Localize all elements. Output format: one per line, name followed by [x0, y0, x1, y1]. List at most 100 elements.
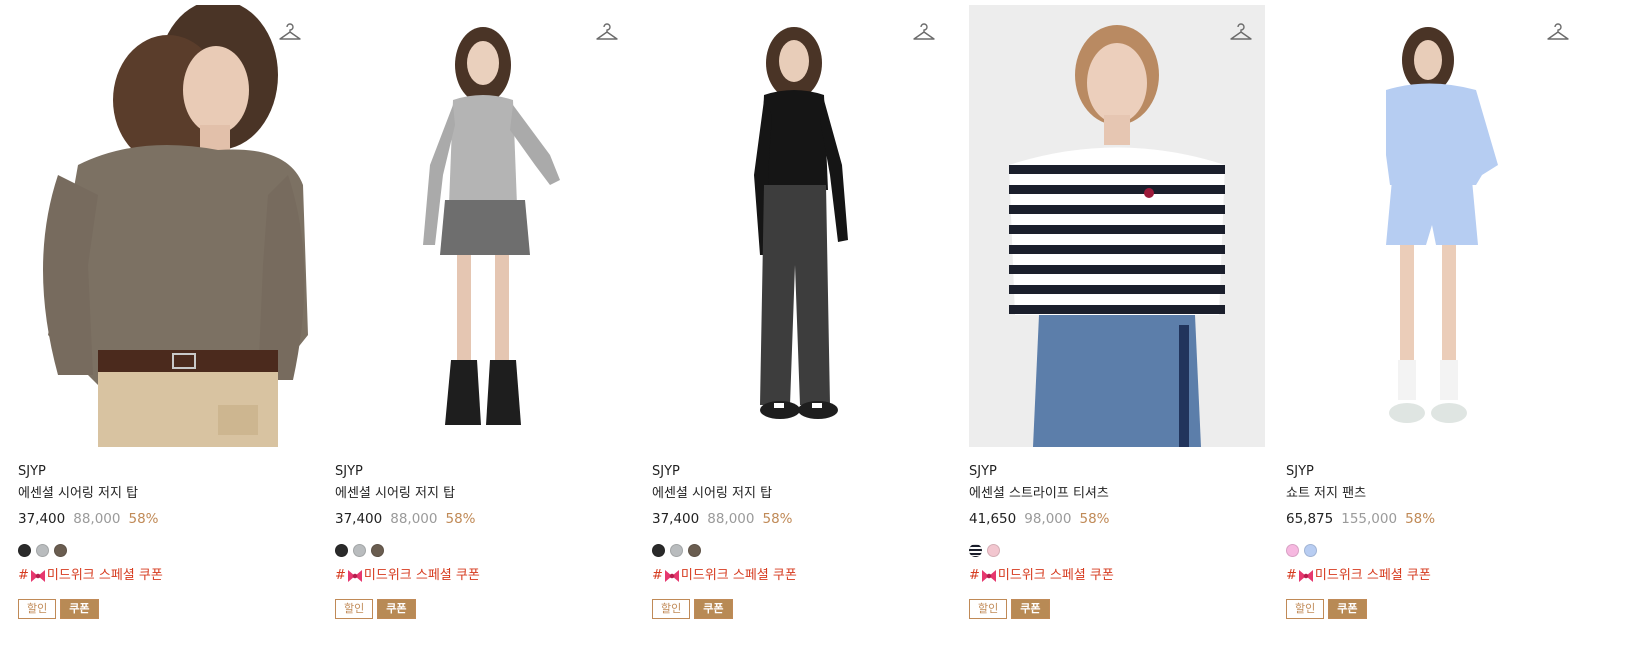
ribbon-icon — [981, 570, 996, 582]
hanger-icon[interactable] — [595, 21, 619, 43]
discount-rate: 58% — [1405, 511, 1436, 527]
hash-symbol: # — [652, 568, 663, 583]
sale-badge: 할인 — [969, 599, 1008, 619]
coupon-badge: 쿠폰 — [60, 599, 99, 619]
color-swatches — [969, 544, 1265, 558]
brand-name[interactable]: SJYP — [969, 464, 1265, 480]
hanger-icon[interactable] — [1229, 21, 1253, 43]
coupon-hashtag[interactable]: # 미드위크 스페셜 쿠폰 — [652, 567, 948, 585]
discount-rate: 58% — [128, 511, 159, 527]
product-image[interactable] — [18, 5, 314, 447]
hash-symbol: # — [335, 568, 346, 583]
hanger-icon[interactable] — [912, 21, 936, 43]
badge-row: 할인 쿠폰 — [1286, 599, 1582, 619]
hash-symbol: # — [969, 568, 980, 583]
original-price: 98,000 — [1024, 511, 1072, 527]
color-swatches — [1286, 544, 1582, 558]
coupon-hashtag[interactable]: # 미드위크 스페셜 쿠폰 — [335, 567, 631, 585]
sale-badge: 할인 — [335, 599, 374, 619]
coupon-badge: 쿠폰 — [1011, 599, 1050, 619]
discount-rate: 58% — [1079, 511, 1110, 527]
brand-name[interactable]: SJYP — [335, 464, 631, 480]
product-image[interactable] — [969, 5, 1265, 447]
product-image[interactable] — [652, 5, 948, 447]
coupon-hashtag[interactable]: # 미드위크 스페셜 쿠폰 — [18, 567, 314, 585]
sale-price: 41,650 — [969, 511, 1017, 527]
sale-badge: 할인 — [18, 599, 57, 619]
color-swatch[interactable] — [1304, 544, 1317, 557]
ribbon-icon — [30, 570, 45, 582]
price-row: 65,875 155,000 58% — [1286, 510, 1582, 528]
brand-name[interactable]: SJYP — [1286, 464, 1582, 480]
badge-row: 할인 쿠폰 — [652, 599, 948, 619]
product-image[interactable] — [335, 5, 631, 447]
coupon-hashtag[interactable]: # 미드위크 스페셜 쿠폰 — [969, 567, 1265, 585]
color-swatch[interactable] — [54, 544, 67, 557]
product-image[interactable] — [1286, 5, 1582, 447]
sale-price: 37,400 — [18, 511, 66, 527]
coupon-badge: 쿠폰 — [1328, 599, 1367, 619]
ribbon-icon — [1298, 570, 1313, 582]
coupon-badge: 쿠폰 — [694, 599, 733, 619]
product-name[interactable]: 에센셜 시어링 저지 탑 — [652, 486, 948, 502]
sale-price: 65,875 — [1286, 511, 1334, 527]
coupon-text: 미드위크 스페셜 쿠폰 — [997, 568, 1114, 583]
coupon-text: 미드위크 스페셜 쿠폰 — [680, 568, 797, 583]
coupon-text: 미드위크 스페셜 쿠폰 — [363, 568, 480, 583]
product-grid: SJYP 에센셜 시어링 저지 탑 37,400 88,000 58% # 미드… — [0, 0, 1625, 619]
coupon-text: 미드위크 스페셜 쿠폰 — [1314, 568, 1431, 583]
product-card[interactable]: SJYP 에센셜 스트라이프 티셔츠 41,650 98,000 58% # 미… — [969, 0, 1265, 619]
sale-price: 37,400 — [652, 511, 700, 527]
color-swatch[interactable] — [1286, 544, 1299, 557]
brand-name[interactable]: SJYP — [18, 464, 314, 480]
color-swatch[interactable] — [18, 544, 31, 557]
ribbon-icon — [664, 570, 679, 582]
badge-row: 할인 쿠폰 — [18, 599, 314, 619]
brand-name[interactable]: SJYP — [652, 464, 948, 480]
striped-shirt — [1009, 147, 1225, 315]
hash-symbol: # — [1286, 568, 1297, 583]
coupon-badge: 쿠폰 — [377, 599, 416, 619]
product-card[interactable]: SJYP 쇼트 저지 팬츠 65,875 155,000 58% # 미드위크 … — [1286, 0, 1582, 619]
product-card[interactable]: SJYP 에센셜 시어링 저지 탑 37,400 88,000 58% # 미드… — [18, 0, 314, 619]
model-photo — [652, 5, 948, 447]
product-name[interactable]: 에센셜 시어링 저지 탑 — [335, 486, 631, 502]
color-swatch[interactable] — [652, 544, 665, 557]
color-swatch[interactable] — [688, 544, 701, 557]
hanger-icon[interactable] — [1546, 21, 1570, 43]
color-swatch[interactable] — [353, 544, 366, 557]
badge-row: 할인 쿠폰 — [969, 599, 1265, 619]
sale-badge: 할인 — [1286, 599, 1325, 619]
product-name[interactable]: 에센셜 스트라이프 티셔츠 — [969, 486, 1265, 502]
color-swatch[interactable] — [371, 544, 384, 557]
model-photo — [969, 5, 1265, 447]
sale-price: 37,400 — [335, 511, 383, 527]
color-swatch[interactable] — [987, 544, 1000, 557]
discount-rate: 58% — [445, 511, 476, 527]
color-swatch[interactable] — [36, 544, 49, 557]
product-card[interactable]: SJYP 에센셜 시어링 저지 탑 37,400 88,000 58% # 미드… — [652, 0, 948, 619]
badge-row: 할인 쿠폰 — [335, 599, 631, 619]
hanger-icon[interactable] — [278, 21, 302, 43]
model-photo — [335, 5, 631, 447]
coupon-text: 미드위크 스페셜 쿠폰 — [46, 568, 163, 583]
color-swatch[interactable] — [335, 544, 348, 557]
ribbon-icon — [347, 570, 362, 582]
price-row: 37,400 88,000 58% — [18, 510, 314, 528]
color-swatches — [335, 544, 631, 558]
price-row: 37,400 88,000 58% — [335, 510, 631, 528]
price-row: 37,400 88,000 58% — [652, 510, 948, 528]
color-swatches — [18, 544, 314, 558]
color-swatch[interactable] — [670, 544, 683, 557]
product-card[interactable]: SJYP 에센셜 시어링 저지 탑 37,400 88,000 58% # 미드… — [335, 0, 631, 619]
model-photo — [18, 5, 314, 447]
product-name[interactable]: 에센셜 시어링 저지 탑 — [18, 486, 314, 502]
hash-symbol: # — [18, 568, 29, 583]
product-name[interactable]: 쇼트 저지 팬츠 — [1286, 486, 1582, 502]
color-swatches — [652, 544, 948, 558]
original-price: 88,000 — [707, 511, 755, 527]
discount-rate: 58% — [762, 511, 793, 527]
color-swatch[interactable] — [969, 544, 982, 557]
original-price: 88,000 — [73, 511, 121, 527]
coupon-hashtag[interactable]: # 미드위크 스페셜 쿠폰 — [1286, 567, 1582, 585]
